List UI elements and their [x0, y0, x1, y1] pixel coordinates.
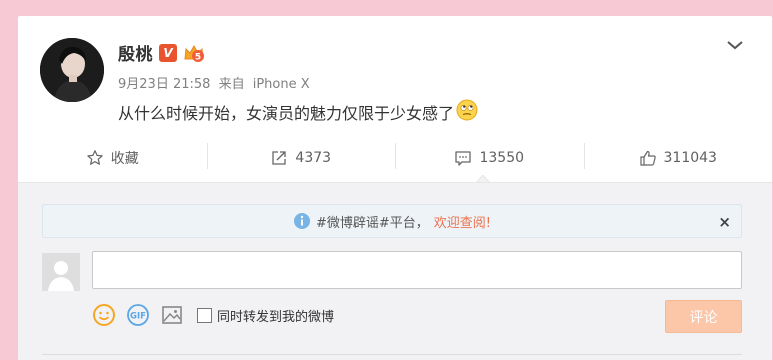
comment-panel: #微博辟谣#平台， 欢迎查阅! × GIF 同时转发到我的微博 评论 [18, 182, 772, 360]
repost-count: 4373 [295, 150, 332, 166]
post-source: iPhone X [252, 77, 310, 92]
thumbs-up-icon [639, 150, 656, 166]
favorite-button[interactable]: 收藏 [18, 141, 207, 175]
comment-tools: GIF 同时转发到我的微博 [92, 303, 334, 327]
chevron-down-icon[interactable] [724, 34, 746, 56]
like-button[interactable]: 311043 [583, 141, 773, 175]
comment-icon [455, 151, 472, 166]
star-icon [87, 150, 103, 165]
notice-bar: #微博辟谣#平台， 欢迎查阅! × [42, 204, 742, 238]
author-name[interactable]: 殷桃 [118, 40, 153, 65]
comment-count: 13550 [479, 150, 525, 166]
vip-level-icon: 5 [183, 43, 205, 63]
comment-button[interactable]: 13550 [395, 141, 584, 175]
post-date[interactable]: 9月23日 21:58 [118, 77, 210, 92]
image-icon[interactable] [160, 303, 184, 327]
svg-text:GIF: GIF [130, 312, 146, 322]
like-count: 311043 [663, 150, 717, 166]
action-bar: 收藏 4373 13550 311043 [18, 141, 772, 175]
weibo-post-card: 殷桃 V 5 9月23日 21:58 来自 iPhone X 从什么时候开始，女… [18, 16, 772, 360]
also-repost-label: 同时转发到我的微博 [217, 309, 335, 325]
repost-icon [272, 151, 287, 165]
info-icon [293, 213, 310, 229]
also-repost-checkbox[interactable]: 同时转发到我的微博 [197, 306, 334, 325]
verified-icon: V [159, 43, 177, 62]
close-icon[interactable]: × [718, 213, 731, 231]
rolling-eyes-emoji-icon [456, 99, 478, 125]
notice-text: #微博辟谣#平台， [315, 215, 429, 231]
current-user-avatar [42, 253, 80, 291]
post-text: 从什么时候开始，女演员的魅力仅限于少女感了 [118, 104, 455, 123]
post-content: 从什么时候开始，女演员的魅力仅限于少女感了 [118, 99, 478, 125]
submit-comment-button[interactable]: 评论 [665, 300, 742, 333]
emoji-icon[interactable] [92, 303, 116, 327]
checkbox-box[interactable] [197, 307, 212, 323]
divider [42, 354, 742, 355]
favorite-label: 收藏 [110, 151, 139, 167]
post-meta: 9月23日 21:58 来自 iPhone X [118, 73, 314, 92]
comment-input[interactable] [92, 251, 742, 289]
notice-link[interactable]: 欢迎查阅! [434, 212, 491, 231]
vip-level-number: 5 [195, 52, 201, 62]
author-row: 殷桃 V 5 [118, 40, 205, 65]
source-prefix: 来自 [218, 77, 245, 92]
repost-button[interactable]: 4373 [206, 141, 396, 175]
gif-icon[interactable]: GIF [126, 303, 150, 327]
author-avatar[interactable] [40, 38, 104, 102]
